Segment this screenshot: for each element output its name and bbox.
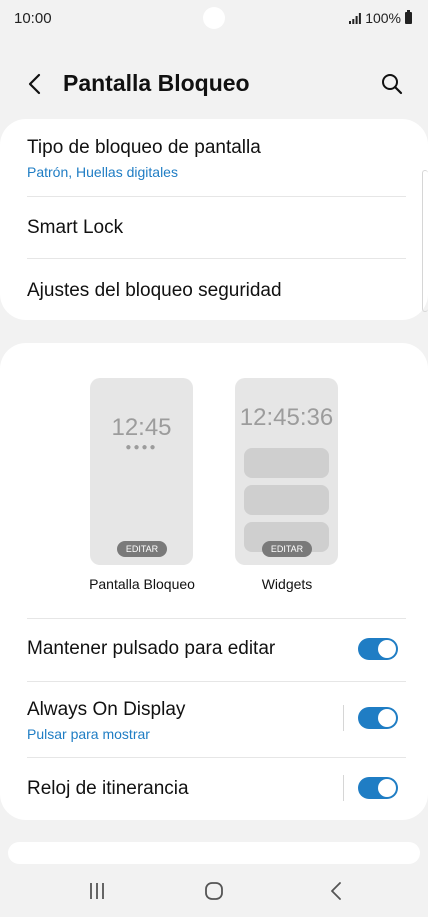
divider bbox=[27, 757, 406, 758]
smart-lock-title: Smart Lock bbox=[27, 217, 124, 238]
always-on-display-subtitle: Pulsar para mostrar bbox=[27, 726, 150, 742]
always-on-display-item[interactable]: Always On Display Pulsar para mostrar bbox=[27, 699, 401, 742]
lock-type-title: Tipo de bloqueo de pantalla bbox=[27, 137, 261, 158]
home-icon[interactable] bbox=[200, 879, 228, 903]
nav-back-icon[interactable] bbox=[322, 879, 350, 903]
roaming-clock-title: Reloj de itinerancia bbox=[27, 778, 189, 799]
lock-preview-label: Pantalla Bloqueo bbox=[89, 576, 195, 592]
lockscreen-card bbox=[0, 343, 428, 820]
divider bbox=[27, 681, 406, 682]
edit-lock-button[interactable]: EDITAR bbox=[117, 541, 167, 557]
separator bbox=[343, 775, 344, 801]
page-title: Pantalla Bloqueo bbox=[63, 70, 250, 96]
next-card bbox=[8, 842, 420, 864]
divider bbox=[27, 196, 406, 197]
widget-placeholder bbox=[244, 485, 329, 515]
recents-icon[interactable] bbox=[83, 879, 111, 903]
preview-clock: 12:45 bbox=[111, 414, 172, 441]
lock-screen-preview[interactable]: 12:45 ●●●● EDITAR bbox=[90, 378, 193, 565]
back-arrow-icon[interactable] bbox=[22, 70, 50, 98]
navigation-bar bbox=[0, 865, 428, 917]
secure-lock-settings-title: Ajustes del bloqueo seguridad bbox=[27, 280, 282, 301]
lock-type-item[interactable]: Tipo de bloqueo de pantalla Patrón, Huel… bbox=[27, 137, 401, 180]
hold-to-edit-toggle[interactable] bbox=[358, 638, 398, 660]
camera-cutout bbox=[203, 7, 225, 29]
status-time: 10:00 bbox=[14, 10, 52, 27]
hold-to-edit-title: Mantener pulsado para editar bbox=[27, 638, 276, 659]
separator bbox=[343, 705, 344, 731]
status-bar: 10:00 100% bbox=[0, 0, 428, 38]
smart-lock-item[interactable]: Smart Lock bbox=[27, 217, 401, 239]
battery-icon bbox=[405, 10, 412, 24]
always-on-display-title: Always On Display bbox=[27, 699, 186, 720]
roaming-clock-item[interactable]: Reloj de itinerancia bbox=[27, 778, 401, 800]
edit-widgets-button[interactable]: EDITAR bbox=[262, 541, 312, 557]
widgets-preview[interactable]: 12:45:36 EDITAR bbox=[235, 378, 338, 565]
secure-lock-settings-item[interactable]: Ajustes del bloqueo seguridad bbox=[27, 280, 401, 302]
roaming-clock-toggle[interactable] bbox=[358, 777, 398, 799]
preview-clock: 12:45:36 bbox=[239, 404, 334, 431]
widget-placeholder bbox=[244, 448, 329, 478]
scroll-indicator[interactable] bbox=[422, 170, 428, 312]
divider bbox=[27, 258, 406, 259]
search-icon[interactable] bbox=[378, 70, 406, 98]
divider bbox=[27, 618, 406, 619]
always-on-display-toggle[interactable] bbox=[358, 707, 398, 729]
pin-dots: ●●●● bbox=[125, 442, 158, 453]
hold-to-edit-item[interactable]: Mantener pulsado para editar bbox=[27, 638, 401, 660]
app-bar: Pantalla Bloqueo bbox=[0, 58, 428, 110]
lock-type-subtitle: Patrón, Huellas digitales bbox=[27, 164, 178, 180]
signal-icon bbox=[349, 12, 362, 24]
battery-percent: 100% bbox=[365, 10, 401, 26]
widgets-preview-label: Widgets bbox=[261, 576, 313, 592]
status-icons: 100% bbox=[349, 10, 412, 26]
